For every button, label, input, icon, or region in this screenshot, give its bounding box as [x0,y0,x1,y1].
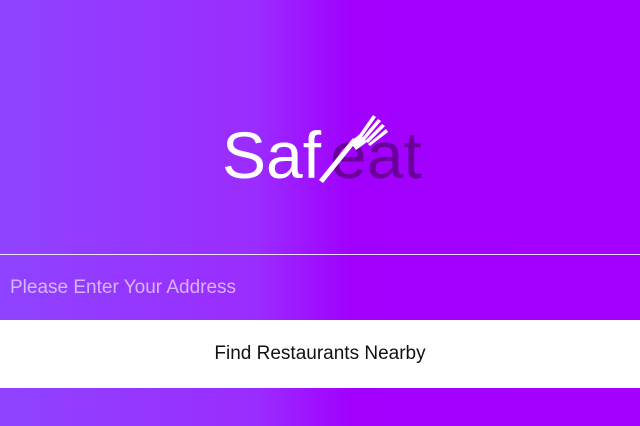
app-logo: Saf eat [0,108,640,198]
input-divider [0,254,640,255]
find-restaurants-button[interactable]: Find Restaurants Nearby [0,320,640,388]
logo-text-saf: Saf [222,118,322,192]
address-input[interactable] [0,270,640,306]
